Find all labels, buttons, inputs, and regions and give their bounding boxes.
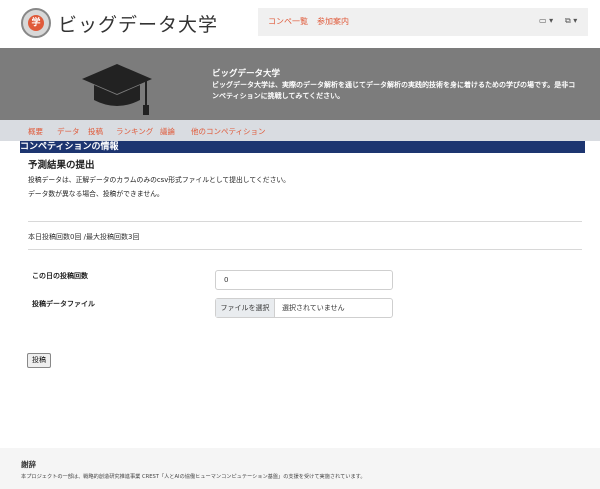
tab-ranking[interactable]: ランキング bbox=[116, 126, 153, 137]
section-banner-title: コンペティションの情報 bbox=[20, 142, 119, 152]
language-menu-icon[interactable]: ⧉ ▾ bbox=[565, 16, 577, 26]
tab-discussion[interactable]: 議論 bbox=[160, 126, 175, 137]
divider bbox=[28, 221, 582, 222]
site-title[interactable]: ビッグデータ大学 bbox=[58, 10, 218, 37]
nav-guide-link[interactable]: 参加案内 bbox=[317, 16, 349, 27]
daily-count-field[interactable]: 0 bbox=[215, 270, 393, 290]
choose-file-button[interactable]: ファイルを選択 bbox=[216, 299, 275, 317]
nav-competitions-link[interactable]: コンペ一覧 bbox=[268, 16, 308, 27]
top-nav: コンペ一覧 参加案内 ▭ ▾ ⧉ ▾ bbox=[258, 8, 588, 36]
site-header: 学 ビッグデータ大学 コンペ一覧 参加案内 ▭ ▾ ⧉ ▾ bbox=[0, 0, 600, 48]
tab-overview[interactable]: 概要 bbox=[28, 126, 43, 137]
graduation-cap-icon bbox=[82, 64, 152, 115]
footer-title: 謝辞 bbox=[21, 460, 36, 469]
hero-description: ビッグデータ大学は、実際のデータ解析を通じてデータ解析の実践的技術を身に着けるた… bbox=[212, 81, 576, 100]
competition-tabs: 概要 データ 投稿 ランキング 議論 他のコンペティション bbox=[0, 120, 600, 141]
divider bbox=[28, 249, 582, 250]
file-status-text: 選択されていません bbox=[282, 304, 345, 312]
submit-button[interactable]: 投稿 bbox=[27, 353, 51, 368]
submission-instructions: 投稿データは、正解データのカラムのみのcsv形式ファイルとして提出してください。 bbox=[28, 176, 290, 184]
hero-banner: ビッグデータ大学 ビッグデータ大学は、実際のデータ解析を通じてデータ解析の実践的… bbox=[0, 48, 600, 120]
logo-char: 学 bbox=[28, 15, 44, 31]
submission-count-text: 本日投稿回数0回 /最大投稿回数3回 bbox=[28, 233, 140, 241]
submission-heading: 予測結果の提出 bbox=[28, 160, 95, 171]
tab-other-competitions[interactable]: 他のコンペティション bbox=[191, 126, 266, 137]
tab-data[interactable]: データ bbox=[57, 126, 80, 137]
file-label: 投稿データファイル bbox=[32, 300, 95, 308]
submission-warning: データ数が異なる場合、投稿ができません。 bbox=[28, 190, 164, 198]
logo-icon[interactable]: 学 bbox=[21, 8, 51, 38]
footer-text: 本プロジェクトの一部は、戦略的創造研究推進事業 CREST「人とAIの協働ヒュー… bbox=[21, 474, 366, 480]
site-footer: 謝辞 本プロジェクトの一部は、戦略的創造研究推進事業 CREST「人とAIの協働… bbox=[0, 448, 600, 489]
file-input[interactable]: ファイルを選択 選択されていません bbox=[215, 298, 393, 318]
daily-count-label: この日の投稿回数 bbox=[32, 272, 88, 280]
hero-title: ビッグデータ大学 bbox=[212, 69, 281, 79]
window-menu-icon[interactable]: ▭ ▾ bbox=[539, 16, 553, 25]
tab-submit[interactable]: 投稿 bbox=[88, 126, 103, 137]
section-banner: コンペティションの情報 bbox=[20, 141, 585, 153]
